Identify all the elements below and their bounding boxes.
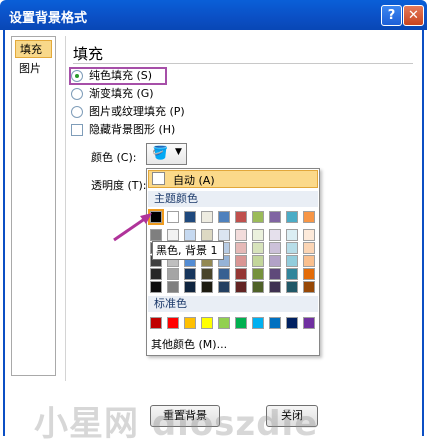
theme-tint-swatch[interactable] xyxy=(218,229,230,241)
theme-tint-swatch[interactable] xyxy=(218,281,230,293)
auto-color-swatch xyxy=(152,172,165,185)
theme-color-swatch[interactable] xyxy=(167,211,179,223)
theme-tint-swatch[interactable] xyxy=(269,281,281,293)
swatch-tooltip: 黑色, 背景 1 xyxy=(152,241,224,260)
theme-tint-swatch[interactable] xyxy=(235,268,247,280)
solid-fill-label: 纯色填充 (S) xyxy=(89,69,153,82)
standard-color-swatch[interactable] xyxy=(286,317,298,329)
theme-tint-swatch[interactable] xyxy=(235,242,247,254)
hide-graphics-checkbox[interactable] xyxy=(71,124,83,136)
theme-tint-swatch[interactable] xyxy=(252,229,264,241)
theme-tint-swatch[interactable] xyxy=(286,268,298,280)
nav-divider xyxy=(65,36,66,381)
theme-tint-swatch[interactable] xyxy=(303,255,315,267)
theme-tint-swatch[interactable] xyxy=(167,229,179,241)
watermark: 小星网 dioszdie xyxy=(34,404,319,444)
auto-color-label: 自动 (A) xyxy=(173,174,215,187)
theme-color-swatch[interactable] xyxy=(252,211,264,223)
theme-tint-swatch[interactable] xyxy=(235,255,247,267)
window-title: 设置背景格式 xyxy=(9,11,88,26)
theme-tint-swatch[interactable] xyxy=(150,281,162,293)
theme-tint-swatch[interactable] xyxy=(269,242,281,254)
gradient-fill-radio[interactable] xyxy=(71,88,83,100)
theme-color-swatch[interactable] xyxy=(286,211,298,223)
theme-tint-swatch[interactable] xyxy=(269,255,281,267)
theme-tint-swatch[interactable] xyxy=(286,255,298,267)
color-picker-button[interactable]: 🪣 ▼ xyxy=(146,143,187,165)
theme-tint-swatch[interactable] xyxy=(235,281,247,293)
nav-item-fill[interactable]: 填充 xyxy=(15,40,52,58)
theme-tint-swatch[interactable] xyxy=(303,229,315,241)
gradient-fill-label: 渐变填充 (G) xyxy=(89,87,154,100)
theme-tint-swatch[interactable] xyxy=(201,281,213,293)
theme-tint-swatch[interactable] xyxy=(252,242,264,254)
theme-color-swatch[interactable] xyxy=(218,211,230,223)
standard-color-swatch[interactable] xyxy=(235,317,247,329)
theme-tint-swatch[interactable] xyxy=(286,242,298,254)
color-palette: 自动 (A) 主题颜色 标准色 其他颜色 (M)... xyxy=(146,168,320,356)
theme-tint-swatch[interactable] xyxy=(150,268,162,280)
theme-tint-swatch[interactable] xyxy=(252,255,264,267)
theme-tint-swatch[interactable] xyxy=(184,281,196,293)
category-nav: 填充 图片 xyxy=(11,36,56,376)
standard-color-swatch[interactable] xyxy=(201,317,213,329)
theme-tint-swatch[interactable] xyxy=(269,229,281,241)
theme-tint-swatch[interactable] xyxy=(303,242,315,254)
help-button[interactable]: ? xyxy=(381,5,402,26)
theme-tint-swatch[interactable] xyxy=(167,268,179,280)
paint-bucket-icon: 🪣 xyxy=(152,146,169,161)
auto-color-item[interactable]: 自动 (A) xyxy=(148,170,318,188)
theme-tint-swatch[interactable] xyxy=(201,229,213,241)
theme-tint-swatch[interactable] xyxy=(235,229,247,241)
theme-tint-swatch[interactable] xyxy=(303,268,315,280)
standard-color-swatch[interactable] xyxy=(150,317,162,329)
annotation-arrow-icon xyxy=(113,213,152,242)
theme-tint-swatch[interactable] xyxy=(184,268,196,280)
theme-tint-swatch[interactable] xyxy=(269,268,281,280)
standard-color-swatch[interactable] xyxy=(252,317,264,329)
theme-color-swatch[interactable] xyxy=(184,211,196,223)
section-separator xyxy=(73,63,413,64)
standard-color-swatch[interactable] xyxy=(218,317,230,329)
theme-tint-swatch[interactable] xyxy=(201,268,213,280)
theme-tint-swatch[interactable] xyxy=(286,281,298,293)
theme-color-swatch[interactable] xyxy=(269,211,281,223)
theme-color-swatch[interactable] xyxy=(201,211,213,223)
nav-item-picture[interactable]: 图片 xyxy=(15,60,52,78)
theme-tint-swatch[interactable] xyxy=(184,229,196,241)
theme-tint-swatch[interactable] xyxy=(252,281,264,293)
theme-tint-swatch[interactable] xyxy=(167,281,179,293)
theme-color-swatch[interactable] xyxy=(235,211,247,223)
theme-tint-swatch[interactable] xyxy=(218,268,230,280)
theme-tint-swatch[interactable] xyxy=(252,268,264,280)
chevron-down-icon: ▼ xyxy=(175,147,182,157)
theme-tint-swatch[interactable] xyxy=(286,229,298,241)
standard-color-swatch[interactable] xyxy=(303,317,315,329)
standard-color-swatch[interactable] xyxy=(167,317,179,329)
close-button[interactable]: ✕ xyxy=(403,5,424,26)
color-label: 颜色 (C): xyxy=(91,151,137,164)
more-colors-item[interactable]: 其他颜色 (M)... xyxy=(151,336,227,352)
standard-colors-heading: 标准色 xyxy=(148,296,318,312)
standard-color-swatch[interactable] xyxy=(269,317,281,329)
transparency-label: 透明度 (T): xyxy=(91,179,147,192)
picture-fill-label: 图片或纹理填充 (P) xyxy=(89,105,185,118)
picture-fill-radio[interactable] xyxy=(71,106,83,118)
title-bar: 设置背景格式 ? ✕ xyxy=(0,0,427,30)
theme-colors-heading: 主题颜色 xyxy=(148,191,318,207)
section-title: 填充 xyxy=(73,45,104,63)
theme-tint-swatch[interactable] xyxy=(303,281,315,293)
theme-color-swatch[interactable] xyxy=(303,211,315,223)
solid-fill-radio[interactable] xyxy=(71,70,83,82)
hide-graphics-label: 隐藏背景图形 (H) xyxy=(89,123,176,136)
standard-color-swatch[interactable] xyxy=(184,317,196,329)
